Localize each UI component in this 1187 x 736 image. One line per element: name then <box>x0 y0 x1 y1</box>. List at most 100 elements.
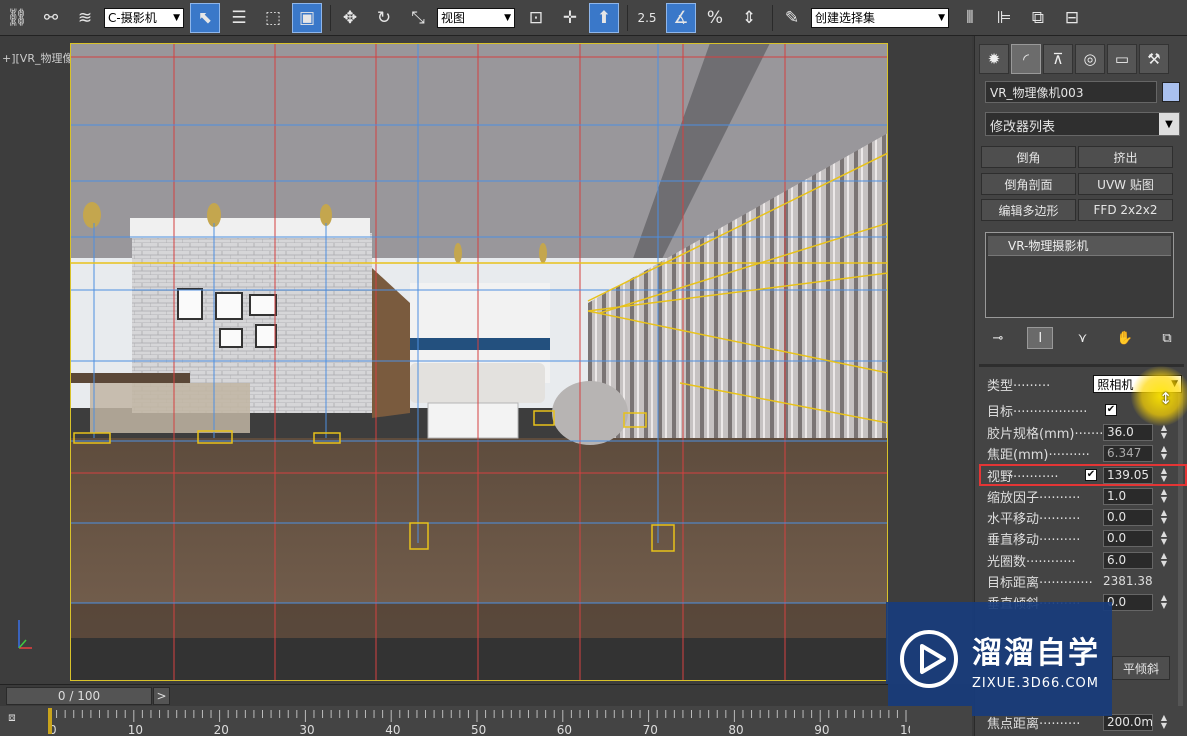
h-tilt-button[interactable]: 平倾斜 <box>1112 656 1170 680</box>
make-unique-icon[interactable]: ⋎ <box>1070 327 1096 349</box>
target-distance-value: 2381.38 <box>1103 574 1153 588</box>
spinner-arrows-icon[interactable]: ▲ ▼ <box>1159 424 1169 440</box>
current-frame-marker[interactable] <box>48 708 52 734</box>
remove-modifier-icon[interactable]: ✋ <box>1112 327 1138 349</box>
axis-tripod-icon <box>18 620 32 649</box>
focal-length-spinner[interactable]: 6.347 <box>1103 444 1153 462</box>
ruler-tick-label: 30 <box>299 723 314 736</box>
spinner-arrows-icon[interactable]: ▲ ▼ <box>1159 552 1169 568</box>
modifier-stack[interactable]: VR-物理摄影机 <box>985 232 1174 318</box>
motion-tab-icon[interactable]: ◎ <box>1075 44 1105 74</box>
create-tab-icon[interactable]: ✹ <box>979 44 1009 74</box>
modifier-list-label: 修改器列表 <box>990 120 1056 135</box>
rendered-scene[interactable] <box>70 43 888 681</box>
mirror-icon[interactable]: ⫴ <box>955 3 985 33</box>
spinner-arrows-icon[interactable]: ▲ ▼ <box>1159 467 1169 483</box>
display-tab-icon[interactable]: ▭ <box>1107 44 1137 74</box>
mini-curve-editor-icon[interactable]: ⧈ <box>0 710 24 732</box>
show-end-result-icon[interactable]: Ⅰ <box>1027 327 1054 349</box>
param-h-shift-label: 水平移动·········· <box>987 511 1081 527</box>
utilities-tab-icon[interactable]: ⚒ <box>1139 44 1169 74</box>
target-checkbox[interactable]: ✔ <box>1105 404 1117 416</box>
watermark-url: ZIXUE.3D66.COM <box>972 675 1099 691</box>
modifier-button-ffd[interactable]: FFD 2x2x2 <box>1078 199 1173 221</box>
select-object-icon[interactable]: ⬉ <box>190 2 220 33</box>
wall-frame <box>255 324 277 348</box>
transform-center-icon[interactable]: ✛ <box>555 3 585 33</box>
timeline-ruler[interactable]: 0102030405060708090100 <box>48 706 910 736</box>
modify-tab-icon[interactable]: ◜ <box>1011 44 1041 74</box>
unlink-icon[interactable]: ⚯ <box>36 3 66 33</box>
spinner-arrows-icon[interactable]: ▲ ▼ <box>1159 488 1169 504</box>
object-name-field[interactable]: VR_物理像机003 <box>985 81 1157 103</box>
spinner-arrows-icon[interactable]: ▲ ▼ <box>1159 445 1169 461</box>
spinner-snap-icon[interactable]: ⇕ <box>734 3 764 33</box>
pivot-icon[interactable]: ⊡ <box>521 3 551 33</box>
stack-item-vray-camera[interactable]: VR-物理摄影机 <box>988 236 1171 256</box>
spinner-arrows-icon[interactable]: ▲ ▼ <box>1159 714 1169 730</box>
spinner-arrows-icon[interactable]: ▲ ▼ <box>1159 509 1169 525</box>
toggle-ribbon-icon[interactable]: ⊟ <box>1057 3 1087 33</box>
param-target-label: 目标·················· <box>987 404 1088 420</box>
track-bar[interactable]: ⧈ 0102030405060708090100 <box>0 706 972 736</box>
named-selection-set-dropdown[interactable]: 创建选择集 ▼ <box>811 7 949 28</box>
focus-distance-spinner[interactable]: 200.0m <box>1103 713 1153 731</box>
time-slider[interactable]: 0 / 100 > <box>0 684 888 706</box>
camera-viewport[interactable]: +][VR_物理像机003][... <box>0 36 972 684</box>
modifier-button-edit-poly[interactable]: 编辑多边形 <box>981 199 1076 221</box>
next-frame-button[interactable]: > <box>153 687 170 705</box>
rotate-icon[interactable]: ↻ <box>369 3 399 33</box>
spinner-arrows-icon[interactable]: ▲ ▼ <box>1159 530 1169 546</box>
modifier-button-bevel[interactable]: 倒角 <box>981 146 1076 168</box>
frame-counter[interactable]: 0 / 100 <box>6 687 152 705</box>
fov-spinner[interactable]: 139.05 <box>1103 466 1153 484</box>
modifier-list-dropdown[interactable]: 修改器列表 ▼ <box>985 112 1180 136</box>
chevron-down-icon: ▼ <box>504 12 511 23</box>
param-type-label: 类型········· <box>987 378 1051 394</box>
align-icon[interactable]: ⊫ <box>989 3 1019 33</box>
object-color-swatch[interactable] <box>1162 82 1180 102</box>
param-v-shift: 垂直移动·········· 0.0 ▲ ▼ <box>987 528 1182 548</box>
percent-snap-icon[interactable]: % <box>700 3 730 33</box>
link-icon[interactable]: ⛓ <box>2 3 32 33</box>
main-toolbar: ⛓ ⚯ ≋ C-摄影机 ▼ ⬉ ☰ ⬚ ▣ ✥ ↻ ⤡ 视图 ▼ ⊡ ✛ ⬆ 2.5… <box>0 0 1187 36</box>
pin-stack-icon[interactable]: ⊸ <box>985 327 1011 349</box>
configure-modifier-sets-icon[interactable]: ⧉ <box>1154 327 1180 349</box>
hierarchy-tab-icon[interactable]: ⊼ <box>1043 44 1073 74</box>
stack-tools: ⊸ Ⅰ ⋎ ✋ ⧉ <box>985 326 1180 350</box>
angle-snap-icon[interactable]: ∡ <box>666 2 696 33</box>
keyboard-shortcut-icon[interactable]: ⬆ <box>589 2 619 33</box>
v-shift-spinner[interactable]: 0.0 <box>1103 529 1153 547</box>
edit-named-sets-icon[interactable]: ✎ <box>777 3 807 33</box>
snap-value: 2.5 <box>637 10 657 25</box>
move-icon[interactable]: ✥ <box>335 3 365 33</box>
floor-band <box>70 603 888 643</box>
h-shift-spinner[interactable]: 0.0 <box>1103 508 1153 526</box>
scale-icon[interactable]: ⤡ <box>403 3 433 33</box>
selection-filter-dropdown[interactable]: C-摄影机 ▼ <box>104 7 184 28</box>
bind-spacewarp-icon[interactable]: ≋ <box>70 3 100 33</box>
ruler-tick-label: 40 <box>385 723 400 736</box>
floor-shadow <box>70 638 888 681</box>
modifier-button-bevel-profile[interactable]: 倒角剖面 <box>981 173 1076 195</box>
rect-region-icon[interactable]: ⬚ <box>258 3 288 33</box>
chevron-down-icon: ▼ <box>1159 113 1179 135</box>
film-gate-spinner[interactable]: 36.0 <box>1103 423 1153 441</box>
modifier-button-uvw-map[interactable]: UVW 贴图 <box>1078 173 1173 195</box>
zoom-factor-spinner[interactable]: 1.0 <box>1103 487 1153 505</box>
wall-frame <box>249 294 277 316</box>
window-crossing-icon[interactable]: ▣ <box>292 2 322 33</box>
coord-system-dropdown[interactable]: 视图 ▼ <box>437 7 515 28</box>
dining-table <box>70 373 190 383</box>
pendant-light <box>454 243 462 263</box>
param-fov: 视野··········· ✔ 139.05 ▲ ▼ <box>987 465 1182 485</box>
snap-toggle-icon[interactable]: 2.5 <box>632 3 662 33</box>
layer-manager-icon[interactable]: ⧉ <box>1023 3 1053 33</box>
fov-checkbox[interactable]: ✔ <box>1085 469 1097 481</box>
modifier-button-extrude[interactable]: 挤出 <box>1078 146 1173 168</box>
param-f-number: 光圈数············ 6.0 ▲ ▼ <box>987 550 1182 570</box>
spinner-arrows-icon[interactable]: ▲ ▼ <box>1159 594 1169 610</box>
f-number-spinner[interactable]: 6.0 <box>1103 551 1153 569</box>
toolbar-divider <box>772 4 773 31</box>
select-by-name-icon[interactable]: ☰ <box>224 3 254 33</box>
